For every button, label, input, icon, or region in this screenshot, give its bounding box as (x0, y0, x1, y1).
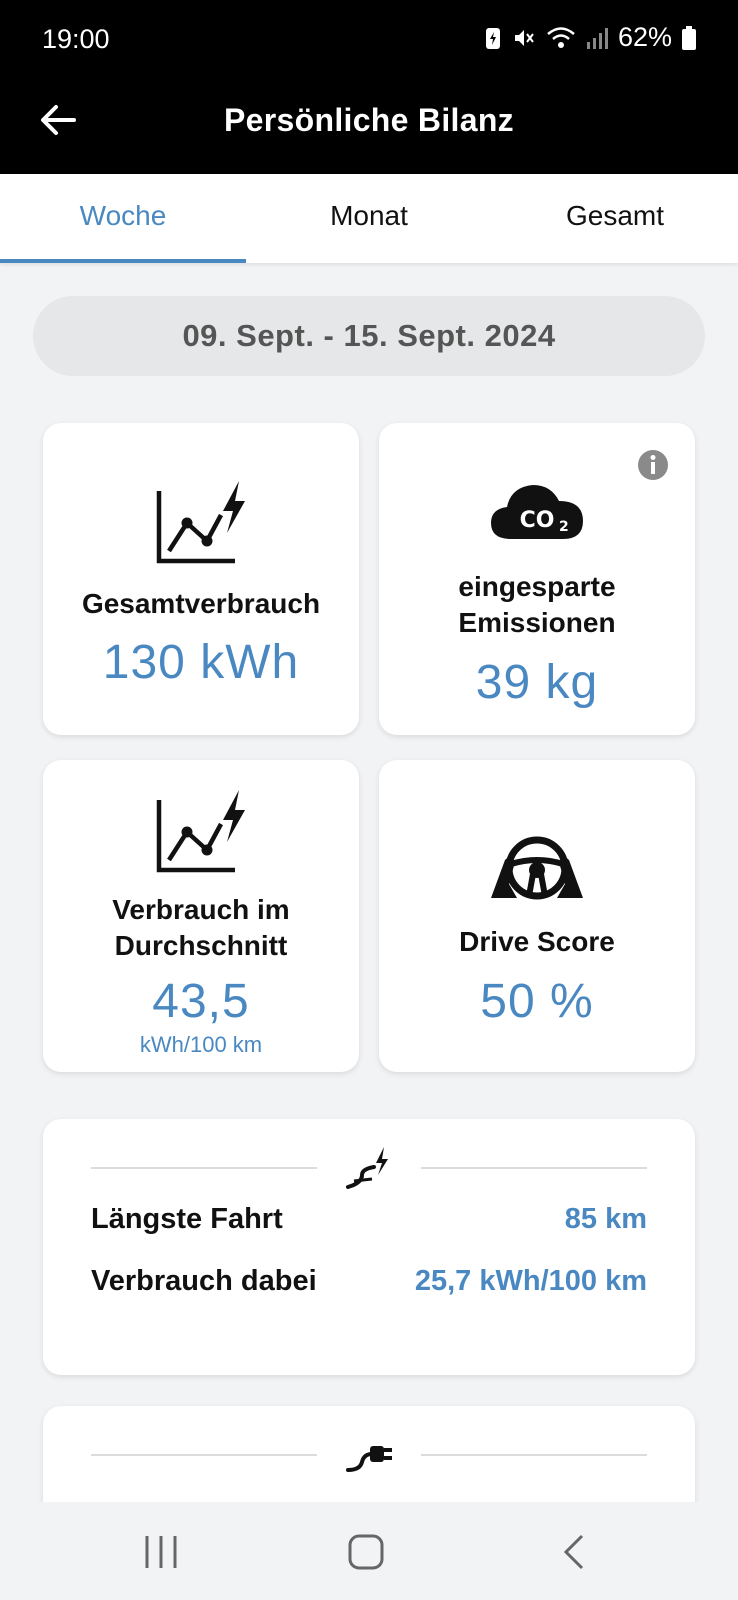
co2-cloud-icon: CO 2 (491, 485, 583, 539)
battery-icon (682, 25, 696, 50)
consumption-chart-icon (156, 481, 245, 564)
info-icon[interactable] (637, 449, 669, 481)
card-divider (91, 1434, 647, 1474)
card-divider (91, 1147, 647, 1189)
svg-text:CO: CO (520, 508, 555, 533)
total-consumption-label: Gesamtverbrauch (81, 588, 321, 619)
total-consumption-card[interactable]: Gesamtverbrauch 130 kWh (43, 423, 359, 735)
longest-trip-card: Längste Fahrt 85 km Verbrauch dabei 25,7… (43, 1119, 695, 1375)
tab-monat[interactable]: Monat (246, 174, 492, 263)
battery-saver-icon (485, 27, 500, 49)
battery-percent: 62% (617, 22, 672, 52)
trip-consumption-value: 25,7 kWh/100 km (414, 1265, 647, 1297)
longest-trip-row: Längste Fahrt 85 km (91, 1203, 647, 1236)
home-icon[interactable] (346, 1532, 386, 1572)
avg-consumption-label-1: Verbrauch im (112, 894, 290, 925)
recent-apps-icon[interactable] (141, 1532, 181, 1572)
trip-consumption-row: Verbrauch dabei 25,7 kWh/100 km (91, 1265, 647, 1298)
avg-consumption-value: 43,5 (152, 975, 250, 1028)
tab-woche[interactable]: Woche (0, 174, 246, 263)
saved-emissions-card[interactable]: CO 2 eingesparte Emissionen 39 kg (379, 423, 695, 735)
consumption-chart-icon (156, 790, 245, 873)
mute-icon (514, 29, 534, 46)
road-lightning-icon (346, 1147, 388, 1189)
tab-gesamt[interactable]: Gesamt (492, 174, 738, 263)
svg-text:2: 2 (559, 519, 569, 535)
total-consumption-value: 130 kWh (102, 636, 300, 689)
avg-consumption-card[interactable]: Verbrauch im Durchschnitt 43,5 kWh/100 k… (43, 760, 359, 1072)
page-title: Persönliche Bilanz (224, 102, 514, 138)
saved-emissions-label-2: Emissionen (458, 607, 616, 638)
trip-consumption-label: Verbrauch dabei (91, 1265, 317, 1297)
avg-consumption-unit: kWh/100 km (139, 1032, 263, 1057)
avg-consumption-label-2: Durchschnitt (114, 930, 288, 961)
status-icons: 62% (484, 22, 696, 53)
back-icon[interactable] (554, 1532, 594, 1572)
charging-plug-icon (346, 1446, 392, 1472)
system-nav-bar (0, 1502, 738, 1600)
drive-score-value: 50 % (480, 975, 594, 1028)
saved-emissions-label-1: eingesparte (458, 571, 616, 602)
app-header: Persönliche Bilanz (0, 80, 738, 174)
longest-trip-value: 85 km (564, 1203, 647, 1235)
drive-score-label: Drive Score (459, 926, 615, 957)
status-time: 19:00 (42, 24, 110, 54)
drive-score-card[interactable]: Drive Score 50 % (379, 760, 695, 1072)
period-tabs: Woche Monat Gesamt (0, 174, 738, 263)
date-range: 09. Sept. - 15. Sept. 2024 (33, 296, 705, 376)
signal-icon (586, 27, 608, 49)
longest-trip-label: Längste Fahrt (91, 1203, 283, 1235)
wifi-icon (547, 26, 575, 48)
status-bar: 19:00 62% (0, 0, 738, 80)
saved-emissions-value: 39 kg (475, 656, 599, 709)
steering-wheel-icon (491, 836, 583, 900)
